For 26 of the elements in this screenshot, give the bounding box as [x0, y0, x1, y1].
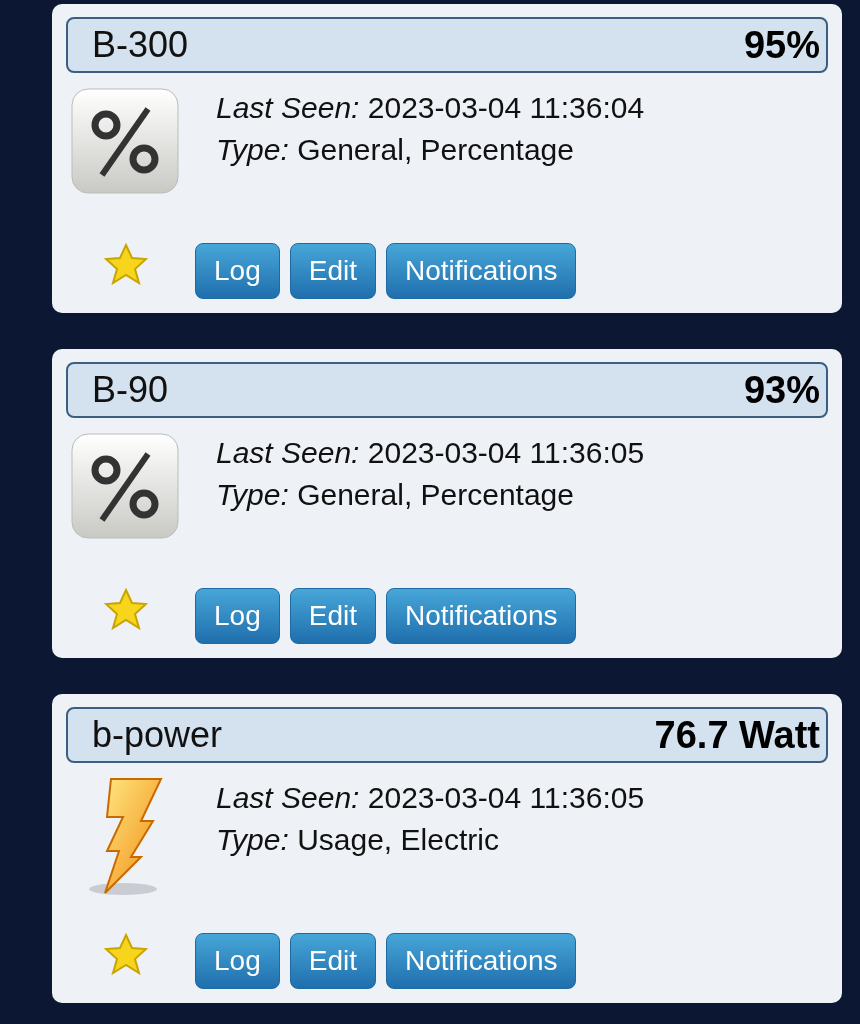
action-button[interactable]: Notifications — [385, 243, 577, 299]
detail-line: Last Seen: 2023-03-04 11:36:05 — [216, 780, 645, 816]
device-value: 76.7 Watt — [654, 712, 820, 758]
action-button[interactable]: Log — [195, 243, 280, 299]
device-name: b-power — [92, 713, 223, 757]
action-button[interactable]: Log — [195, 588, 280, 644]
detail-line: Type: Usage, Electric — [216, 822, 500, 858]
device-name: B-90 — [92, 368, 169, 412]
detail-line: Type: General, Percentage — [216, 132, 575, 168]
action-button[interactable]: Log — [195, 933, 280, 989]
star-icon[interactable] — [103, 933, 148, 975]
star-icon[interactable] — [103, 243, 148, 285]
action-button[interactable]: Edit — [289, 243, 376, 299]
percent-icon — [70, 87, 180, 197]
detail-line: Type: General, Percentage — [216, 477, 575, 513]
action-button[interactable]: Notifications — [385, 588, 577, 644]
detail-line: Last Seen: 2023-03-04 11:36:05 — [216, 435, 645, 471]
star-icon[interactable] — [103, 588, 148, 630]
percent-icon — [70, 432, 180, 542]
action-button[interactable]: Edit — [289, 933, 376, 989]
device-value: 93% — [743, 367, 820, 413]
device-value: 95% — [743, 22, 820, 68]
device-name: B-300 — [92, 23, 189, 67]
detail-line: Last Seen: 2023-03-04 11:36:04 — [216, 90, 645, 126]
action-button[interactable]: Notifications — [385, 933, 577, 989]
action-button[interactable]: Edit — [289, 588, 376, 644]
